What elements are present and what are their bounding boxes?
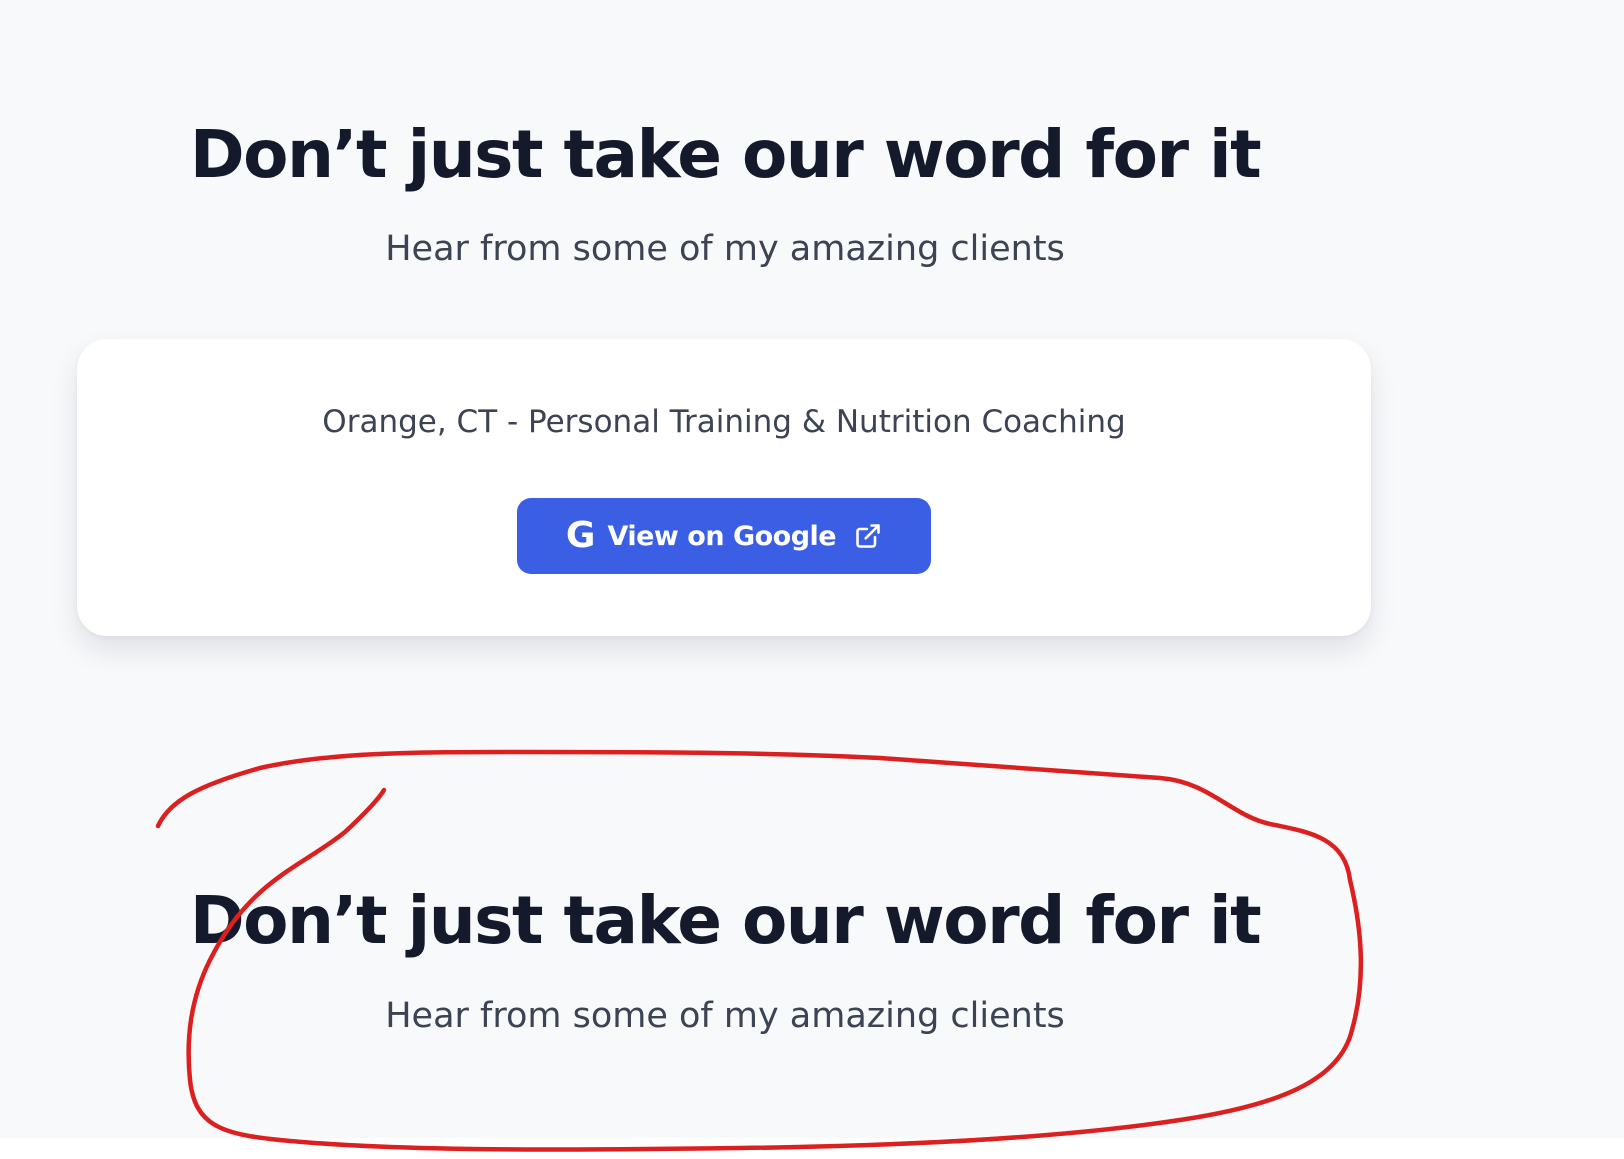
testimonials-heading-duplicate: Don’t just take our word for it [189, 882, 1262, 959]
testimonials-subheading-duplicate: Hear from some of my amazing clients [385, 996, 1065, 1036]
testimonials-heading: Don’t just take our word for it [189, 116, 1262, 193]
google-reviews-card: Orange, CT - Personal Training & Nutriti… [77, 339, 1371, 636]
google-g-icon: G [565, 515, 596, 556]
view-on-google-label: View on Google [607, 520, 837, 552]
testimonials-subheading: Hear from some of my amazing clients [385, 229, 1065, 269]
business-location-title: Orange, CT - Personal Training & Nutriti… [322, 404, 1126, 440]
page-bottom-strip [0, 1138, 1624, 1159]
external-link-icon [856, 524, 880, 548]
view-on-google-button[interactable]: G View on Google [517, 498, 931, 574]
